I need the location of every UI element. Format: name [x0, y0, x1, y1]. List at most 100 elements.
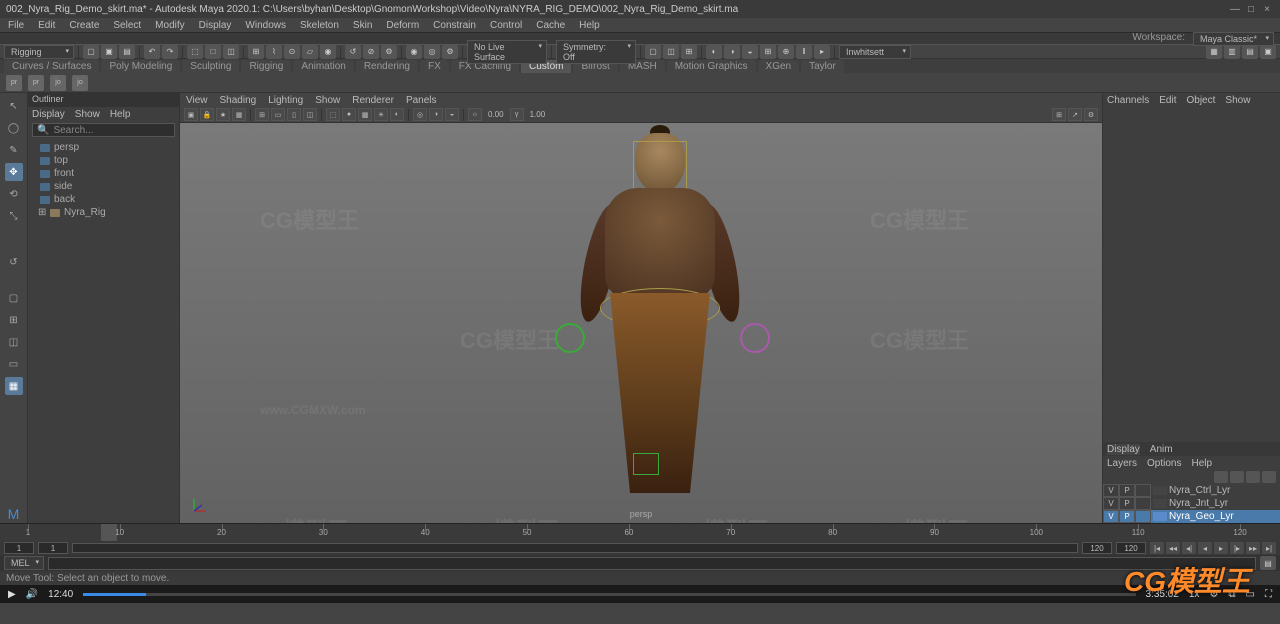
shelf-tab-poly-modeling[interactable]: Poly Modeling	[101, 60, 180, 73]
step-forward-key-icon[interactable]: ▸▸	[1246, 542, 1260, 554]
move-tool-icon[interactable]: ✥	[5, 163, 23, 181]
vp-image-plane-icon[interactable]: ▦	[232, 108, 246, 121]
rotate-tool-icon[interactable]: ⟲	[5, 185, 23, 203]
range-end-inner[interactable]	[1082, 542, 1112, 554]
vp-bookmark-icon[interactable]: ★	[216, 108, 230, 121]
play-back-icon[interactable]: ◂	[1198, 542, 1212, 554]
magnet-icon[interactable]: ⊕	[778, 45, 794, 59]
video-fullscreen-icon[interactable]: ⛶	[1265, 589, 1272, 600]
menu-skeleton[interactable]: Skeleton	[300, 20, 339, 31]
menu-create[interactable]: Create	[69, 20, 99, 31]
menu-select[interactable]: Select	[113, 20, 141, 31]
outliner-item-persp[interactable]: persp	[32, 141, 175, 154]
viewport-menu-show[interactable]: Show	[315, 95, 340, 106]
module-dropdown[interactable]: Rigging	[4, 45, 74, 59]
video-progress[interactable]	[83, 593, 1135, 596]
snap-plane-icon[interactable]: ▱	[302, 45, 318, 59]
go-start-icon[interactable]: |◂	[1150, 542, 1164, 554]
pause-eval-icon[interactable]: ‖	[796, 45, 812, 59]
foot-control[interactable]	[633, 453, 659, 475]
layer-new-selected-icon[interactable]	[1262, 471, 1276, 483]
character-mesh[interactable]	[545, 133, 785, 523]
outliner-item-nyra_rig[interactable]: ⊞Nyra_Rig	[32, 206, 175, 219]
viewport-canvas[interactable]: CG模型王 CG模型王 CG模型王 CG模型王 www.CGMXW.com CG…	[180, 123, 1102, 523]
hud-toggle-icon[interactable]: ▦	[1206, 45, 1222, 59]
channel-tab-show[interactable]: Show	[1225, 95, 1250, 106]
open-scene-icon[interactable]: ▣	[101, 45, 117, 59]
viewport-menu-shading[interactable]: Shading	[220, 95, 257, 106]
layer-color-swatch[interactable]	[1153, 512, 1167, 521]
vp-shadows-icon[interactable]: ◐	[390, 108, 404, 121]
pane-two-icon[interactable]: ◫	[663, 45, 679, 59]
video-volume-icon[interactable]: 🔊	[26, 589, 38, 600]
snap-point-icon[interactable]: ⊙	[284, 45, 300, 59]
layer-v-toggle[interactable]: V	[1103, 497, 1119, 510]
outliner-menu-show[interactable]: Show	[75, 109, 100, 120]
viewport-menu-renderer[interactable]: Renderer	[352, 95, 394, 106]
last-tool-icon[interactable]: ↺	[5, 253, 23, 271]
layer-tab-anim[interactable]: Anim	[1150, 444, 1173, 455]
layer-p-toggle[interactable]: P	[1119, 497, 1135, 510]
snap-grid-icon[interactable]: ⊞	[248, 45, 264, 59]
outliner-menu-help[interactable]: Help	[110, 109, 131, 120]
shelf-tab-xgen[interactable]: XGen	[758, 60, 800, 73]
paint-select-tool-icon[interactable]: ✎	[5, 141, 23, 159]
vp-gamma-value[interactable]: 1.00	[530, 110, 546, 119]
range-end-outer[interactable]	[1116, 542, 1146, 554]
step-back-key-icon[interactable]: ◂◂	[1166, 542, 1180, 554]
pane-single-icon[interactable]: ▢	[645, 45, 661, 59]
channel-tab-object[interactable]: Object	[1187, 95, 1216, 106]
layout-four-icon[interactable]: ⊞	[5, 311, 23, 329]
shelf-tab-animation[interactable]: Animation	[293, 60, 353, 73]
tool-settings-icon[interactable]: ▣	[1260, 45, 1276, 59]
viewport-menu-panels[interactable]: Panels	[406, 95, 437, 106]
vp-gamma-icon[interactable]: γ	[510, 108, 524, 121]
shelf-item-joiMT[interactable]: jo	[72, 75, 88, 91]
input-field[interactable]: Inwhitsett	[839, 45, 911, 59]
menu-help[interactable]: Help	[579, 20, 600, 31]
outliner-item-front[interactable]: front	[32, 167, 175, 180]
script-lang-dropdown[interactable]: MEL	[4, 556, 44, 570]
layer-new-empty-icon[interactable]	[1246, 471, 1260, 483]
xray-icon[interactable]: ◐	[706, 45, 722, 59]
layout-persp-outliner-icon[interactable]: ▦	[5, 377, 23, 395]
attr-editor-icon[interactable]: ▤	[1242, 45, 1258, 59]
layer-menu-layers[interactable]: Layers	[1107, 458, 1137, 469]
shelf-item-joiMT[interactable]: jo	[50, 75, 66, 91]
redo-icon[interactable]: ↷	[162, 45, 178, 59]
close-icon[interactable]: ×	[1260, 2, 1274, 16]
command-line[interactable]	[48, 557, 1256, 570]
scale-tool-icon[interactable]: ⤡	[5, 207, 23, 225]
menu-skin[interactable]: Skin	[353, 20, 372, 31]
vp-gate-mask-icon[interactable]: ◫	[303, 108, 317, 121]
outliner-item-top[interactable]: top	[32, 154, 175, 167]
layer-p-toggle[interactable]: P	[1119, 510, 1135, 523]
vp-isolate-icon[interactable]: ◎	[413, 108, 427, 121]
new-scene-icon[interactable]: ▢	[83, 45, 99, 59]
pane-four-icon[interactable]: ⊞	[681, 45, 697, 59]
layout-single-icon[interactable]: ▢	[5, 289, 23, 307]
vp-select-camera-icon[interactable]: ▣	[184, 108, 198, 121]
range-slider[interactable]	[72, 543, 1078, 553]
vp-lock-camera-icon[interactable]: 🔒	[200, 108, 214, 121]
menu-display[interactable]: Display	[199, 20, 232, 31]
vp-exposure-value[interactable]: 0.00	[488, 110, 504, 119]
vp-grid-icon[interactable]: ⊞	[255, 108, 269, 121]
layer-p-toggle[interactable]: P	[1119, 484, 1135, 497]
layer-tab-display[interactable]: Display	[1107, 444, 1140, 455]
range-start-outer[interactable]	[4, 542, 34, 554]
snap-view-icon[interactable]: ◉	[320, 45, 336, 59]
shelf-tab-rendering[interactable]: Rendering	[356, 60, 418, 73]
range-start-inner[interactable]	[38, 542, 68, 554]
viewport-menu-view[interactable]: View	[186, 95, 208, 106]
shelf-item-prtSep[interactable]: pr	[6, 75, 22, 91]
video-play-icon[interactable]: ▶	[8, 589, 16, 600]
menu-windows[interactable]: Windows	[245, 20, 286, 31]
layer-move-down-icon[interactable]	[1230, 471, 1244, 483]
viewport-menu-lighting[interactable]: Lighting	[268, 95, 303, 106]
channel-tab-edit[interactable]: Edit	[1159, 95, 1176, 106]
hand-r-control[interactable]	[740, 323, 770, 353]
ipr-icon[interactable]: ◎	[424, 45, 440, 59]
layer-color-swatch[interactable]	[1153, 486, 1167, 495]
select-component-icon[interactable]: ◫	[223, 45, 239, 59]
